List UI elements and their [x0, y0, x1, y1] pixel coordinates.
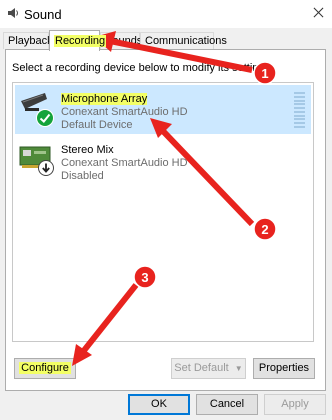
ok-button[interactable]: OK [128, 394, 190, 415]
apply-button[interactable]: Apply [264, 394, 326, 415]
tab-sounds[interactable]: Sounds [100, 32, 143, 49]
properties-button[interactable]: Properties [253, 358, 315, 379]
level-meter [294, 92, 305, 128]
check-icon [36, 109, 54, 127]
tab-playback[interactable]: Playback [3, 32, 53, 49]
tab-communications[interactable]: Communications [140, 32, 227, 49]
device-item-stereo-mix[interactable]: Stereo Mix Conexant SmartAudio HD Disabl… [15, 136, 311, 185]
window-title: Sound [24, 7, 62, 22]
set-default-button[interactable]: Set Default ▼ [171, 358, 246, 379]
tab-label: Recording [54, 35, 107, 47]
tab-recording[interactable]: Recording [49, 30, 107, 51]
tab-label: Playback [8, 35, 53, 47]
device-driver: Conexant SmartAudio HD [61, 106, 188, 118]
chevron-down-icon[interactable]: ▼ [235, 364, 243, 373]
down-arrow-icon [38, 160, 54, 176]
device-name: Stereo Mix [61, 144, 114, 156]
device-driver: Conexant SmartAudio HD [61, 157, 188, 169]
tab-label: Communications [145, 35, 227, 47]
device-status: Default Device [61, 119, 133, 131]
device-name: Microphone Array [61, 93, 148, 105]
configure-button[interactable]: Configure [14, 358, 76, 379]
device-status: Disabled [61, 170, 104, 182]
instruction-text: Select a recording device below to modif… [12, 62, 274, 74]
title-bar: Sound [0, 0, 332, 28]
speaker-icon [8, 8, 18, 18]
set-default-label: Set Default [174, 362, 229, 374]
cancel-button[interactable]: Cancel [196, 394, 258, 415]
tab-label: Sounds [105, 35, 143, 47]
device-list: Microphone Array Conexant SmartAudio HD … [12, 82, 314, 342]
device-item-microphone-array[interactable]: Microphone Array Conexant SmartAudio HD … [15, 85, 311, 134]
close-icon[interactable] [304, 0, 332, 26]
